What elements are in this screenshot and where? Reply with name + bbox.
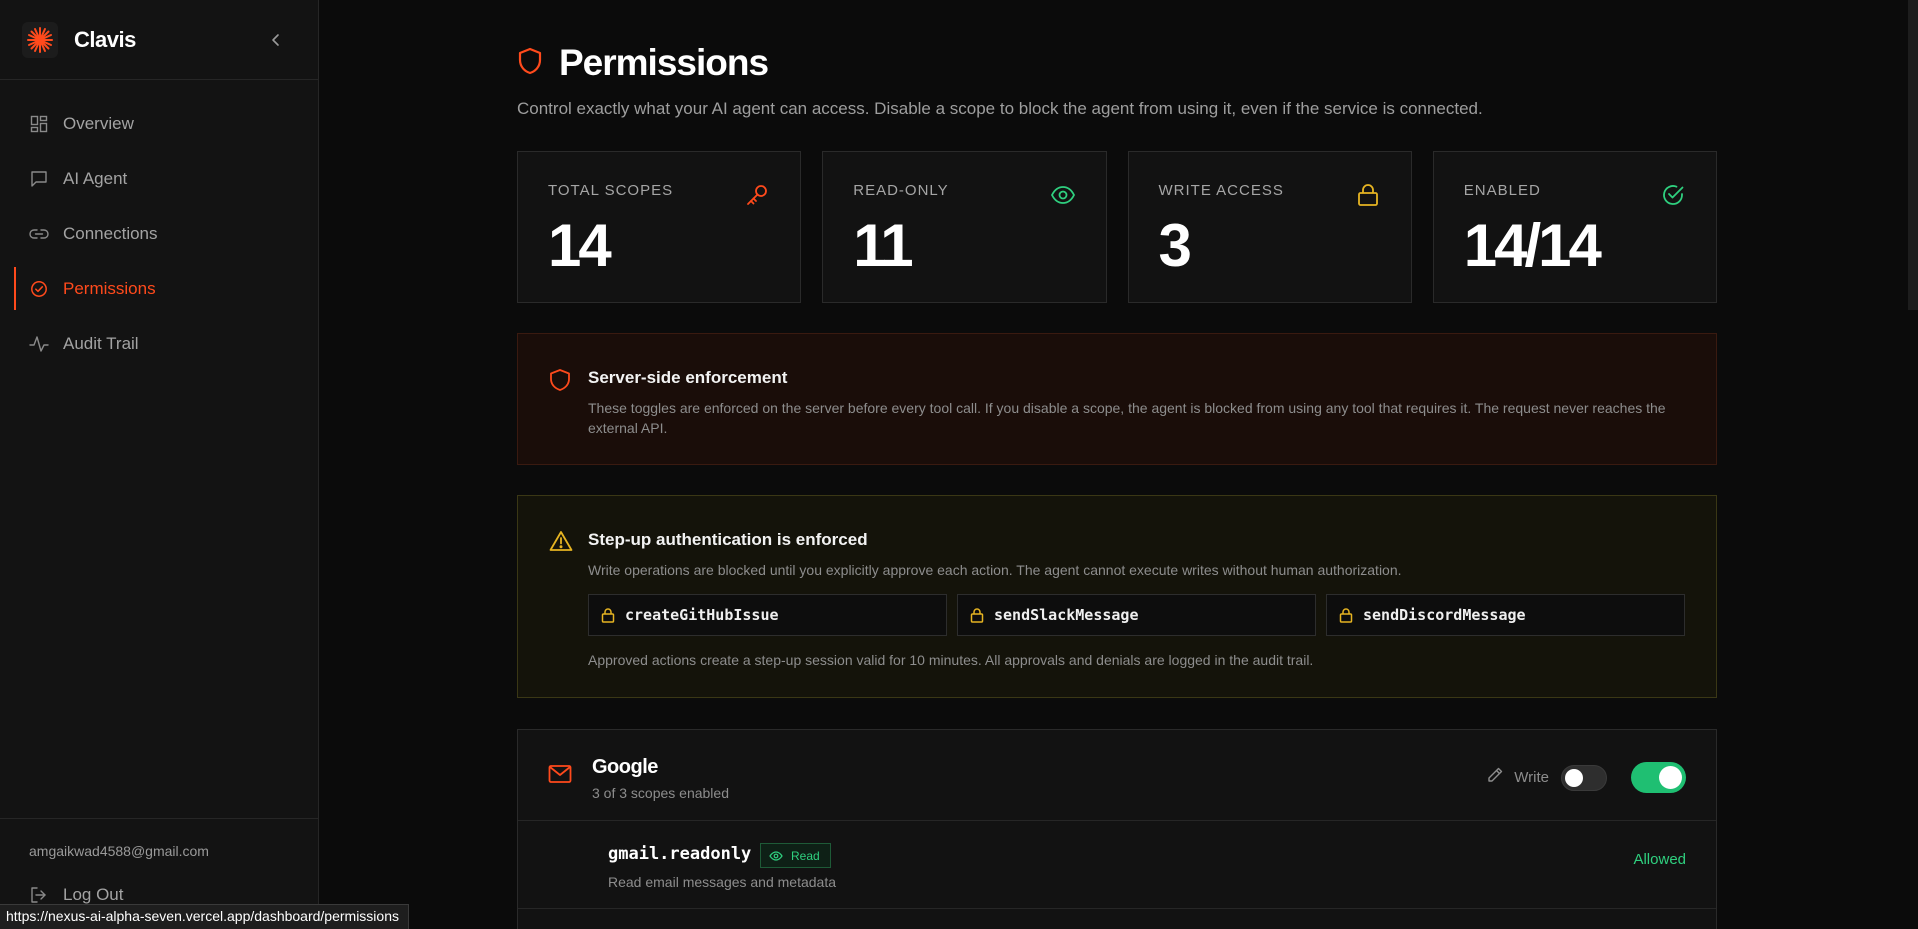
stepup-description: Write operations are blocked until you e… [588,562,1402,578]
scope-name: gmail.readonly [608,844,752,864]
enforcement-description: These toggles are enforced on the server… [588,400,1666,436]
scope-badge-read: Read [760,843,831,868]
scope-badge-label: Read [791,848,820,863]
sidebar-item-audit-trail[interactable]: Audit Trail [0,316,318,371]
stepup-actions: createGitHubIssue sendSlackMessage sendD… [588,594,1716,636]
stat-card-read-only: READ-ONLY 11 [822,151,1107,303]
scope-status: Allowed [1633,851,1686,868]
brand: Clavis [0,0,318,80]
stats-row: TOTAL SCOPES 14 READ-ONLY 11 WRITE ACCES… [517,151,1717,303]
scrollbar[interactable] [1908,0,1918,310]
scope-row: gmail.readonly Read Read email messages … [518,821,1716,909]
stepup-title: Step-up authentication is enforced [588,530,868,549]
stat-card-write-access: WRITE ACCESS 3 [1127,151,1412,303]
sidebar-item-label: AI Agent [63,168,128,188]
check-circle-icon [1660,182,1686,208]
logout-label: Log Out [63,885,124,904]
lock-icon [601,607,615,623]
lock-icon [1339,607,1353,623]
pencil-icon [1486,766,1504,789]
page-title: Permissions [559,42,769,83]
eye-icon [1050,182,1076,208]
enforcement-title: Server-side enforcement [588,368,788,387]
user-email: amgaikwad4588@gmail.com [29,843,209,859]
sidebar-item-ai-agent[interactable]: AI Agent [0,151,318,206]
chevron-left-icon[interactable] [266,30,286,50]
page-header: Permissions [517,42,769,84]
sidebar-item-label: Permissions [63,278,156,298]
sidebar-item-permissions[interactable]: Permissions [0,261,318,316]
sidebar-nav: Overview AI Agent Connections Permission… [0,80,318,371]
link-icon [29,224,49,244]
service-header: Google 3 of 3 scopes enabled Write [518,730,1716,821]
stepup-action-name: sendSlackMessage [994,606,1139,624]
stat-card-enabled: ENABLED 14/14 [1432,151,1717,303]
clavis-logo-icon [22,21,58,58]
brand-name: Clavis [74,26,136,52]
server-enforcement-card: Server-side enforcement These toggles ar… [517,333,1717,465]
stepup-auth-card: Step-up authentication is enforced Write… [517,495,1717,698]
sidebar-item-connections[interactable]: Connections [0,206,318,261]
sidebar-item-label: Overview [63,113,134,133]
logout-button[interactable]: Log Out [0,859,318,905]
write-toggle[interactable] [1561,764,1607,791]
stat-value: 11 [853,212,913,279]
main-content: Permissions Control exactly what your AI… [320,0,1918,929]
stepup-action-name: sendDiscordMessage [1363,606,1526,624]
stat-card-total-scopes: TOTAL SCOPES 14 [517,151,802,303]
warning-icon [549,530,573,557]
grid-icon [29,114,49,134]
service-card-google: Google 3 of 3 scopes enabled Write gmail… [517,729,1717,929]
sidebar-item-overview[interactable]: Overview [0,96,318,151]
stat-value: 3 [1158,212,1192,279]
shield-icon [549,368,571,397]
mail-icon [548,764,572,789]
chat-icon [29,169,49,189]
stepup-action-name: createGitHubIssue [625,606,779,624]
scope-description: Read email messages and metadata [608,874,837,890]
logout-icon [29,885,49,905]
sidebar: Clavis Overview AI Agent Connections Per… [0,0,319,929]
service-controls: Write [1486,762,1686,793]
toggle-knob [1565,768,1583,787]
status-bar-url: https://nexus-ai-alpha-seven.vercel.app/… [0,904,409,929]
stat-value: 14 [548,212,612,279]
lock-icon [1355,182,1381,208]
eye-icon [769,850,783,861]
stat-value: 14/14 [1463,212,1602,279]
lock-icon [970,607,984,623]
service-enable-toggle[interactable] [1631,762,1686,793]
write-label: Write [1514,769,1549,786]
stepup-action-chip: sendDiscordMessage [1326,594,1685,636]
stepup-action-chip: createGitHubIssue [588,594,947,636]
sidebar-item-label: Audit Trail [63,333,139,353]
page-subtitle: Control exactly what your AI agent can a… [517,99,1483,118]
shield-icon [517,47,543,80]
sidebar-footer: amgaikwad4588@gmail.com Log Out [0,818,318,905]
toggle-knob [1659,766,1682,789]
shield-check-icon [29,279,49,299]
activity-icon [29,334,49,354]
sidebar-item-label: Connections [63,223,158,243]
stepup-action-chip: sendSlackMessage [957,594,1316,636]
key-icon [744,182,770,208]
stepup-note: Approved actions create a step-up sessio… [588,652,1314,668]
